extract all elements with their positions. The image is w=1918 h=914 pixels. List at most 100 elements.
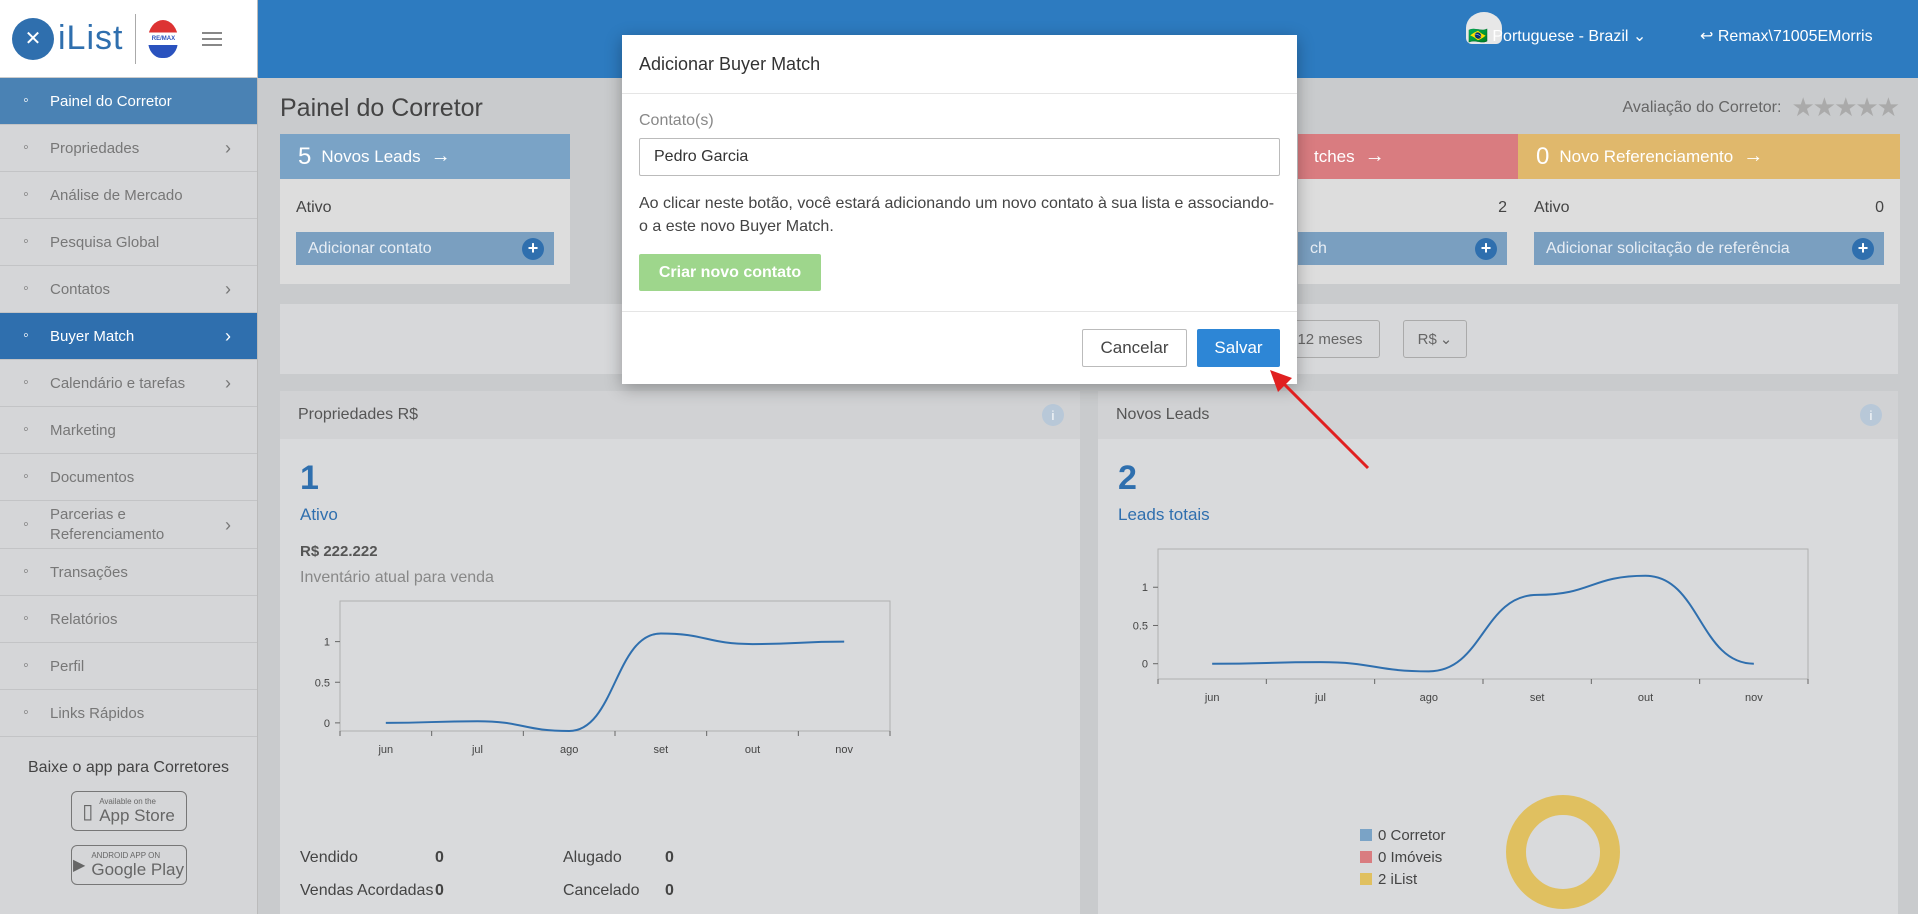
- app-download-title: Baixe o app para Corretores: [28, 759, 229, 776]
- google-play-button[interactable]: ▶ ANDROID APP ON Google Play: [70, 845, 187, 885]
- y-tick-label: 0: [1142, 659, 1148, 671]
- x-tick-label: out: [745, 744, 760, 756]
- modal-title: Adicionar Buyer Match: [622, 35, 1297, 94]
- sidebar-item-an-lise-de-mercado[interactable]: ◦ Análise de Mercado: [0, 172, 257, 219]
- card-header[interactable]: tches →: [1298, 134, 1523, 179]
- arrow-right-icon: →: [1743, 145, 1764, 167]
- sold-value: 0: [435, 849, 444, 866]
- panel-title: Propriedades R$: [280, 391, 1080, 439]
- sidebar-item-parcerias-e-referenciamento[interactable]: ◦ Parcerias e Referenciamento ›: [0, 501, 257, 549]
- card-row-label: Ativo: [296, 199, 332, 216]
- modal-description: Ao clicar neste botão, você estará adici…: [639, 195, 1275, 235]
- modal-body: Contato(s) Ao clicar neste botão, você e…: [622, 94, 1297, 291]
- language-selector[interactable]: 🇧🇷 Portuguese - Brazil ⌄: [1468, 26, 1646, 46]
- x-tick-label: ago: [1420, 692, 1438, 704]
- folder-icon: ◦: [23, 468, 29, 485]
- total-leads-label[interactable]: Leads totais: [1118, 505, 1210, 525]
- chevron-right-icon: ›: [225, 325, 231, 346]
- agent-rating: Avaliação do Corretor: ★★★★★: [1623, 92, 1900, 123]
- links-icon: ◦: [23, 704, 29, 721]
- legend-label: 0 Corretor: [1378, 827, 1446, 844]
- sidebar-item-marketing[interactable]: ◦ Marketing: [0, 407, 257, 454]
- user-menu[interactable]: ↩ Remax\71005EMorris: [1700, 26, 1873, 46]
- report-icon: ◦: [23, 610, 29, 627]
- leads-legend: 0 Corretor 0 Imóveis 2 iList: [1360, 825, 1446, 891]
- y-tick-label: 0: [324, 718, 330, 730]
- legend-item-corretor[interactable]: 0 Corretor: [1360, 825, 1446, 847]
- card-title: tches: [1314, 146, 1355, 166]
- add-contact-button[interactable]: Adicionar contato +: [296, 232, 554, 265]
- rented-label: Alugado: [563, 849, 622, 866]
- legend-swatch: [1360, 873, 1372, 885]
- buyer-matches-card: tches → 2 ch +: [1298, 134, 1523, 284]
- currency-filter[interactable]: R$ ⌄: [1403, 320, 1467, 358]
- active-label[interactable]: Ativo: [300, 505, 338, 525]
- x-tick-label: jul: [471, 744, 483, 756]
- sidebar-item-contatos[interactable]: ◦ Contatos ›: [0, 266, 257, 313]
- cancel-button[interactable]: Cancelar: [1082, 329, 1187, 367]
- chevron-right-icon: ›: [225, 372, 231, 393]
- card-header[interactable]: 5 Novos Leads →: [280, 134, 570, 179]
- x-tick-label: ago: [560, 744, 578, 756]
- sidebar-item-label: Propriedades: [50, 139, 140, 157]
- sidebar-item-label: Relatórios: [50, 610, 118, 628]
- legend-item-imoveis[interactable]: 0 Imóveis: [1360, 847, 1446, 869]
- info-icon[interactable]: i: [1042, 404, 1064, 426]
- contact-input[interactable]: [639, 138, 1280, 176]
- button-label: Adicionar solicitação de referência: [1546, 239, 1790, 257]
- chevron-down-icon: ⌄: [1632, 28, 1647, 45]
- sidebar-item-label: Transações: [50, 563, 128, 581]
- star-rating-icon[interactable]: ★★★★★: [1791, 92, 1900, 123]
- home-icon: ◦: [23, 139, 29, 156]
- sidebar-item-transa-es[interactable]: ◦ Transações: [0, 549, 257, 596]
- play-triangle-icon: ▶: [73, 857, 86, 874]
- sidebar-item-documentos[interactable]: ◦ Documentos: [0, 454, 257, 501]
- sidebar-item-propriedades[interactable]: ◦ Propriedades ›: [0, 125, 257, 172]
- properties-panel: Propriedades R$ i 1 Ativo R$ 222.222 Inv…: [280, 391, 1080, 914]
- sold-label: Vendido: [300, 849, 358, 866]
- create-new-contact-button[interactable]: Criar novo contato: [639, 254, 821, 291]
- active-count: 1: [300, 459, 319, 497]
- sidebar-item-perfil[interactable]: ◦ Perfil: [0, 643, 257, 690]
- legend-label: 2 iList: [1378, 871, 1418, 888]
- dashboard-icon: ◦: [23, 92, 29, 109]
- card-count: 0: [1536, 142, 1550, 170]
- card-header[interactable]: 0 Novo Referenciamento →: [1518, 134, 1900, 179]
- add-buyer-match-button[interactable]: ch +: [1298, 232, 1507, 265]
- sidebar-item-label: Painel do Corretor: [50, 92, 172, 110]
- sidebar-item-label: Marketing: [50, 421, 116, 439]
- play-big-text: Google Play: [91, 859, 184, 879]
- sidebar-item-buyer-match[interactable]: ◦ Buyer Match ›: [0, 313, 257, 360]
- plot-area: [1157, 548, 1809, 680]
- sidebar-item-links-r-pidos[interactable]: ◦ Links Rápidos: [0, 690, 257, 737]
- legend-item-ilist[interactable]: 2 iList: [1360, 869, 1446, 891]
- properties-chart: 0 0.5 1 jun jul ago set out nov: [315, 600, 891, 756]
- modal-footer: Cancelar Salvar: [622, 311, 1297, 384]
- add-referral-request-button[interactable]: Adicionar solicitação de referência +: [1534, 232, 1884, 265]
- total-leads-count: 2: [1118, 459, 1137, 497]
- series-line: [385, 632, 845, 733]
- currency-label: R$: [1417, 330, 1437, 348]
- sidebar-item-pesquisa-global[interactable]: ◦ Pesquisa Global: [0, 219, 257, 266]
- x-tick-label: jun: [377, 744, 393, 756]
- plus-icon: +: [522, 237, 544, 260]
- arrow-right-icon: →: [1364, 145, 1385, 167]
- legend-swatch: [1360, 829, 1372, 841]
- menu-toggle-icon[interactable]: [202, 31, 223, 46]
- y-tick-label: 0.5: [1133, 620, 1148, 632]
- app-store-button[interactable]: ▯ Available on the App Store: [70, 791, 187, 831]
- card-row-label: Ativo: [1534, 199, 1570, 216]
- new-leads-card: 5 Novos Leads → Ativo Adicionar contato …: [280, 134, 570, 284]
- logo-text: iList: [58, 19, 124, 57]
- sidebar-item-label: Contatos: [50, 280, 111, 298]
- book-icon: ◦: [23, 421, 29, 438]
- chevron-right-icon: ›: [225, 137, 231, 158]
- info-icon[interactable]: i: [1860, 404, 1882, 426]
- sidebar-item-calend-rio-e-tarefas[interactable]: ◦ Calendário e tarefas ›: [0, 360, 257, 407]
- sidebar-item-painel-do-corretor[interactable]: ◦ Painel do Corretor: [0, 78, 257, 125]
- new-referral-card: 0 Novo Referenciamento → Ativo 0 Adiciona…: [1518, 134, 1900, 284]
- card-count: 5: [298, 142, 312, 170]
- sidebar-item-relat-rios[interactable]: ◦ Relatórios: [0, 596, 257, 643]
- y-tick-label: 1: [1142, 582, 1148, 594]
- new-leads-panel: Novos Leads i 2 Leads totais 0 0.5 1 jun jul…: [1098, 391, 1898, 914]
